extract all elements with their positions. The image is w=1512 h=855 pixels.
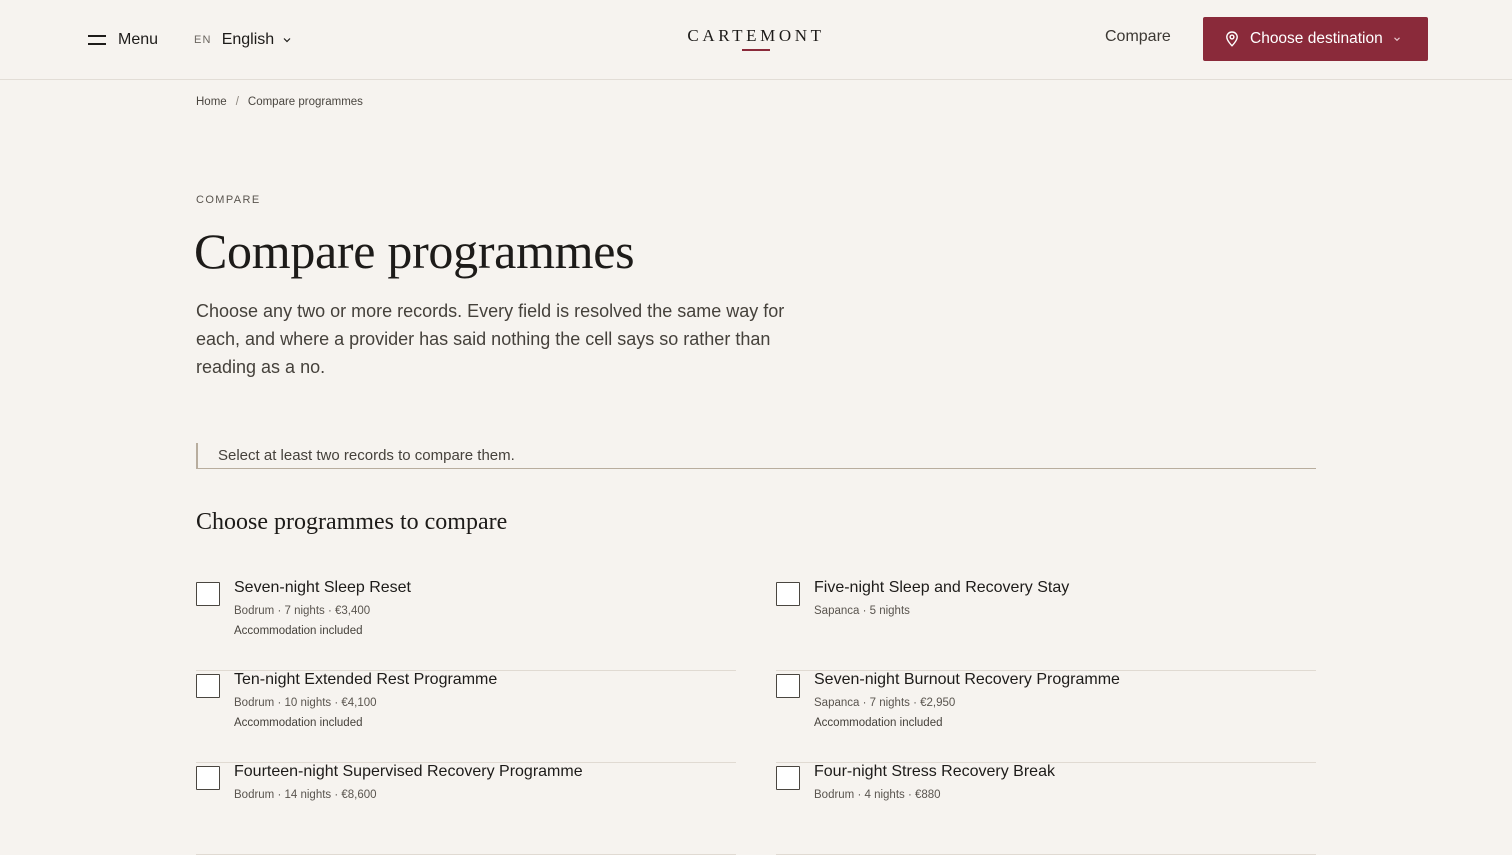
programme-checkbox[interactable]	[196, 766, 220, 790]
programme-name: Seven-night Burnout Recovery Programme	[814, 671, 1120, 688]
breadcrumb-separator: /	[235, 96, 239, 108]
programme-checkbox[interactable]	[776, 674, 800, 698]
programme-meta: Bodrum · 10 nights · €4,100	[234, 697, 377, 709]
programme-meta: Bodrum · 4 nights · €880	[814, 789, 941, 801]
programme-item[interactable]: Five-night Sleep and Recovery Stay Sapan…	[776, 579, 1316, 671]
programme-item[interactable]: Fourteen-night Supervised Recovery Progr…	[196, 763, 736, 855]
programme-checkbox[interactable]	[776, 766, 800, 790]
programme-item[interactable]: Ten-night Extended Rest Programme Bodrum…	[196, 671, 736, 763]
programme-name: Ten-night Extended Rest Programme	[234, 671, 498, 688]
choose-destination-button[interactable]: Choose destination	[1203, 17, 1428, 61]
breadcrumb: Home / Compare programmes	[196, 96, 363, 108]
programme-meta: Sapanca · 5 nights	[814, 605, 910, 617]
breadcrumb-current: Compare programmes	[247, 96, 363, 108]
programme-item[interactable]: Seven-night Sleep Reset Bodrum · 7 night…	[196, 579, 736, 671]
choose-destination-label: Choose destination	[1250, 30, 1383, 47]
programme-name: Fourteen-night Supervised Recovery Progr…	[234, 763, 583, 780]
intro-paragraph: Choose any two or more records. Every fi…	[196, 301, 785, 377]
page-title: Compare programmes	[194, 223, 635, 279]
programme-inclusion: Accommodation included	[234, 625, 363, 637]
logo-accent-line	[742, 49, 770, 51]
programme-inclusion: Accommodation included	[234, 717, 363, 729]
programme-name: Seven-night Sleep Reset	[234, 579, 411, 596]
location-pin-icon	[1226, 31, 1238, 47]
programme-inclusion: Accommodation included	[814, 717, 943, 729]
programme-name: Five-night Sleep and Recovery Stay	[814, 579, 1070, 596]
programme-meta: Bodrum · 14 nights · €8,600	[234, 789, 377, 801]
programme-item[interactable]: Four-night Stress Recovery Break Bodrum …	[776, 763, 1316, 855]
chevron-down-icon	[1393, 37, 1400, 42]
programme-picker-heading: Choose programmes to compare	[196, 509, 508, 535]
programme-checkbox[interactable]	[196, 582, 220, 606]
selection-notice: Select at least two records to compare t…	[196, 443, 1316, 469]
compare-link[interactable]: Compare	[1105, 28, 1171, 46]
top-navigation-bar: Menu EN English CARTEMONT Compare Choose…	[0, 0, 1512, 80]
programme-meta: Bodrum · 7 nights · €3,400	[234, 605, 371, 617]
breadcrumb-home[interactable]: Home	[196, 96, 227, 108]
programme-name: Four-night Stress Recovery Break	[814, 763, 1055, 780]
section-eyebrow: COMPARE	[196, 194, 261, 206]
programme-checkbox[interactable]	[196, 674, 220, 698]
programme-item[interactable]: Seven-night Burnout Recovery Programme S…	[776, 671, 1316, 763]
programme-checkbox[interactable]	[776, 582, 800, 606]
programme-meta: Sapanca · 7 nights · €2,950	[814, 697, 956, 709]
